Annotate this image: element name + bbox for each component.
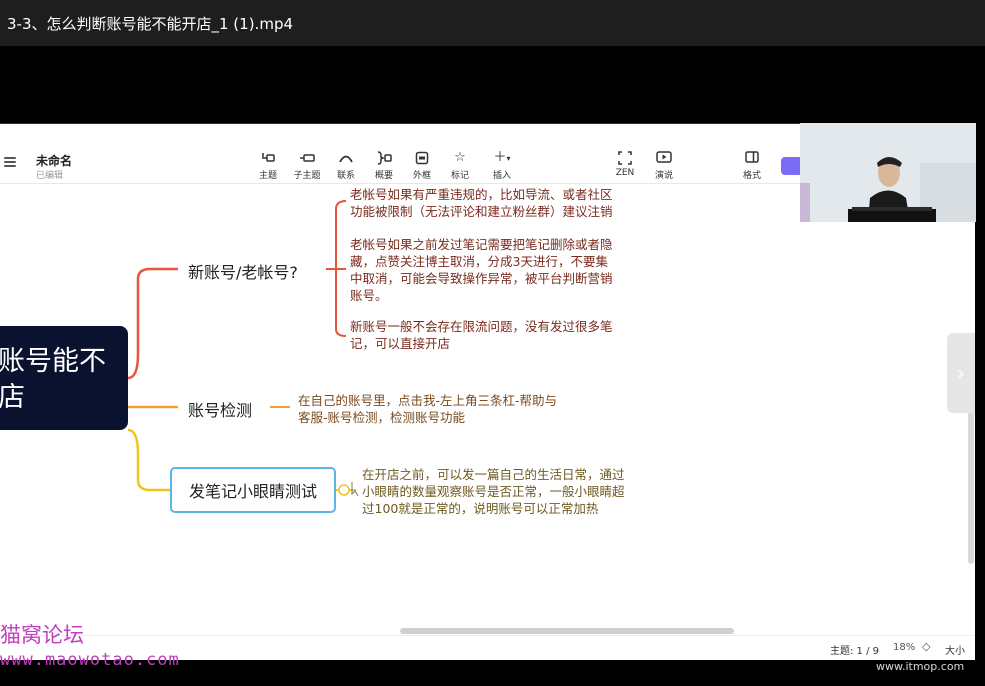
subtopic-icon — [289, 150, 325, 166]
note-line: 在自己的账号里，点击我-左上角三条杠-帮助与 — [298, 393, 558, 408]
next-arrow-button[interactable]: › — [947, 333, 975, 413]
horizontal-scrollbar[interactable] — [400, 628, 734, 634]
note-old-account-violation[interactable]: 老帐号如果有严重违规的，比如导流、或者社区 功能被限制（无法评论和建立粉丝群）建… — [350, 186, 613, 220]
chevron-down-icon: ▾ — [506, 154, 511, 163]
note-line: 藏，点赞关注博主取消，分成3天进行，不要集 — [350, 254, 608, 269]
size-button[interactable]: 大小 — [945, 642, 965, 657]
root-text-line2: 店 — [0, 382, 25, 413]
branch-new-old-account[interactable]: 新账号/老帐号? — [188, 259, 298, 283]
branch-account-check[interactable]: 账号检测 — [188, 397, 252, 421]
presenter-image — [800, 123, 976, 222]
play-icon — [646, 150, 682, 166]
watermark-forum-url: www.maowotao.com — [0, 650, 180, 670]
note-line: 老帐号如果有严重违规的，比如导流、或者社区 — [350, 187, 613, 202]
webcam-overlay — [800, 123, 976, 222]
relation-button[interactable]: 联系 — [328, 150, 364, 181]
star-icon: ☆ — [454, 150, 466, 165]
watermark-itmop: www.itmop.com — [876, 660, 965, 673]
zoom-stepper[interactable]: ◇ — [922, 640, 930, 653]
marker-button[interactable]: ☆ 标记 — [442, 150, 478, 181]
watermark-forum-name: 猫窝论坛 — [0, 623, 84, 647]
summary-button[interactable]: 概要 — [366, 150, 402, 181]
note-eye-test[interactable]: 在开店之前，可以发一篇自己的生活日常，通过 小眼睛的数量观察账号是否正常，一般小… — [362, 466, 625, 517]
root-node[interactable]: 账号能不 店 — [0, 326, 128, 430]
video-title: 3-3、怎么判断账号能不能开店_1 (1).mp4 — [7, 14, 294, 33]
zen-button[interactable]: ZEN — [607, 150, 643, 178]
note-line: 账号。 — [350, 288, 388, 303]
boundary-icon — [404, 150, 440, 166]
note-account-check[interactable]: 在自己的账号里，点击我-左上角三条杠-帮助与 客服-账号检测，检测账号功能 — [298, 392, 557, 426]
document-title[interactable]: 未命名 — [36, 152, 72, 169]
zen-icon — [607, 150, 643, 166]
note-line: 中取消，可能会导致操作异常，被平台判断营销 — [350, 271, 613, 286]
document-status: 已编辑 — [36, 171, 64, 181]
note-line: 老帐号如果之前发过笔记需要把笔记删除或者隐 — [350, 237, 613, 252]
note-line: 小眼睛的数量观察账号是否正常，一般小眼睛超 — [362, 484, 625, 499]
note-new-account[interactable]: 新账号一般不会存在限流问题，没有发过很多笔 记，可以直接开店 — [350, 318, 613, 352]
note-line: 客服-账号检测，检测账号功能 — [298, 410, 466, 425]
format-icon — [734, 150, 770, 166]
player-title-bar: 3-3、怎么判断账号能不能开店_1 (1).mp4 — [0, 0, 985, 46]
boundary-button[interactable]: 外框 — [404, 150, 440, 181]
chevron-right-icon: › — [957, 361, 965, 385]
topic-button[interactable]: 主题 — [250, 150, 286, 181]
topic-count: 主题: 1 / 9 — [830, 646, 879, 657]
vertical-scrollbar[interactable] — [968, 404, 974, 564]
subtopic-button[interactable]: 子主题 — [289, 150, 325, 181]
plus-icon: ＋▾ — [493, 150, 511, 165]
mindmap-canvas[interactable]: 账号能不 店 新账号/老帐号? 账号检测 发笔记小眼睛测试 老帐号如果有严重违规… — [0, 184, 975, 660]
note-old-account-posts[interactable]: 老帐号如果之前发过笔记需要把笔记删除或者隐 藏，点赞关注博主取消，分成3天进行，… — [350, 236, 613, 304]
note-line: 记，可以直接开店 — [350, 336, 451, 351]
note-line: 过100就是正常的，说明账号可以正常加热 — [362, 501, 599, 516]
root-text-line1: 账号能不 — [0, 346, 106, 377]
note-line: 功能被限制（无法评论和建立粉丝群）建议注销 — [350, 204, 613, 219]
summary-icon — [366, 150, 402, 166]
zoom-level[interactable]: 18% — [893, 642, 915, 653]
branch-note-eye-test[interactable]: 发笔记小眼睛测试 — [170, 467, 336, 513]
menu-icon[interactable] — [4, 157, 16, 167]
note-line: 新账号一般不会存在限流问题，没有发过很多笔 — [350, 319, 613, 334]
note-line: 在开店之前，可以发一篇自己的生活日常，通过 — [362, 467, 625, 482]
branch-note-eye-test-label: 发笔记小眼睛测试 — [188, 482, 317, 501]
topic-icon — [250, 150, 286, 166]
format-button[interactable]: 格式 — [734, 150, 770, 181]
relation-icon — [328, 150, 364, 166]
present-button[interactable]: 演说 — [646, 150, 682, 181]
insert-button[interactable]: ＋▾ 插入 — [484, 150, 520, 181]
